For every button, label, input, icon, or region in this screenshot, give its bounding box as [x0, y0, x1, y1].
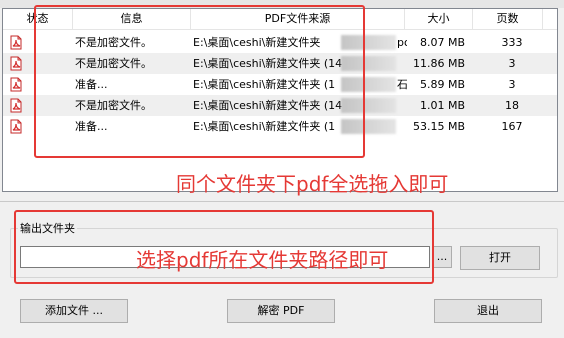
- pdf-file-icon: [9, 56, 23, 71]
- file-list-header: 状态 信息 PDF文件来源 大小 页数: [3, 9, 557, 30]
- column-header-status[interactable]: 状态: [3, 9, 73, 29]
- column-header-pages[interactable]: 页数: [473, 9, 543, 29]
- output-folder-label: 输出文件夹: [18, 220, 77, 236]
- row-source: E:\桌面\ceshi\新建文件夹: [193, 36, 321, 49]
- annotation-list-hint: 同个文件夹下pdf全选拖入即可: [176, 172, 449, 196]
- row-size: 8.07 MB: [419, 36, 465, 49]
- table-row[interactable]: 不是加密文件。 E:\桌面\ceshi\新建文件夹 po 8.07 MB 333: [3, 32, 557, 53]
- row-source: E:\桌面\ceshi\新建文件夹 (1: [193, 120, 336, 133]
- file-list[interactable]: 状态 信息 PDF文件来源 大小 页数 不是加密文件。 E:\桌面\ceshi\新…: [2, 8, 558, 192]
- column-header-size[interactable]: 大小: [405, 9, 473, 29]
- browse-button[interactable]: ...: [432, 246, 452, 268]
- row-pages: 3: [508, 78, 516, 91]
- redacted-path-mask: [341, 77, 396, 92]
- row-info: 不是加密文件。: [75, 99, 152, 112]
- column-header-info[interactable]: 信息: [73, 9, 191, 29]
- row-size: 5.89 MB: [419, 78, 465, 91]
- row-info: 准备...: [75, 120, 108, 133]
- redacted-path-mask: [341, 98, 396, 113]
- section-divider: [0, 201, 564, 202]
- row-info: 不是加密文件。: [75, 36, 152, 49]
- row-source-tail: [397, 95, 407, 116]
- pdf-file-icon: [9, 77, 23, 92]
- pdf-file-icon: [9, 119, 23, 134]
- row-source-tail: [397, 116, 407, 137]
- row-pages: 18: [505, 99, 519, 112]
- redacted-path-mask: [341, 119, 396, 134]
- row-pages: 3: [508, 57, 516, 70]
- row-source-tail: [397, 53, 407, 74]
- row-size: 53.15 MB: [412, 120, 465, 133]
- table-row[interactable]: 不是加密文件。 E:\桌面\ceshi\新建文件夹 (14) 11.86 MB 3: [3, 53, 557, 74]
- table-row[interactable]: 准备... E:\桌面\ceshi\新建文件夹 (1 53.15 MB 167: [3, 116, 557, 137]
- row-source: E:\桌面\ceshi\新建文件夹 (14: [193, 99, 343, 112]
- pdf-file-icon: [9, 35, 23, 50]
- open-button[interactable]: 打开: [460, 246, 540, 270]
- redacted-path-mask: [341, 56, 396, 71]
- row-size: 1.01 MB: [419, 99, 465, 112]
- row-pages: 167: [501, 120, 523, 133]
- column-header-source[interactable]: PDF文件来源: [191, 9, 405, 29]
- redacted-path-mask: [341, 35, 396, 50]
- row-source: E:\桌面\ceshi\新建文件夹 (14): [193, 57, 343, 70]
- pdf-file-icon: [9, 98, 23, 113]
- row-info: 准备...: [75, 78, 108, 91]
- table-row[interactable]: 不是加密文件。 E:\桌面\ceshi\新建文件夹 (14 1.01 MB 18: [3, 95, 557, 116]
- row-source-tail: po: [397, 36, 407, 49]
- row-info: 不是加密文件。: [75, 57, 152, 70]
- row-pages: 333: [501, 36, 523, 49]
- exit-button[interactable]: 退出: [434, 299, 542, 323]
- row-source: E:\桌面\ceshi\新建文件夹 (1: [193, 78, 336, 91]
- window-top-strip: [0, 0, 564, 8]
- table-row[interactable]: 准备... E:\桌面\ceshi\新建文件夹 (1 石 5.89 MB 3: [3, 74, 557, 95]
- row-size: 11.86 MB: [412, 57, 465, 70]
- annotation-path-hint: 选择pdf所在文件夹路径即可: [136, 248, 389, 272]
- row-source-tail: 石: [397, 78, 407, 91]
- decrypt-pdf-button[interactable]: 解密 PDF: [227, 299, 335, 323]
- add-file-button[interactable]: 添加文件 ...: [20, 299, 128, 323]
